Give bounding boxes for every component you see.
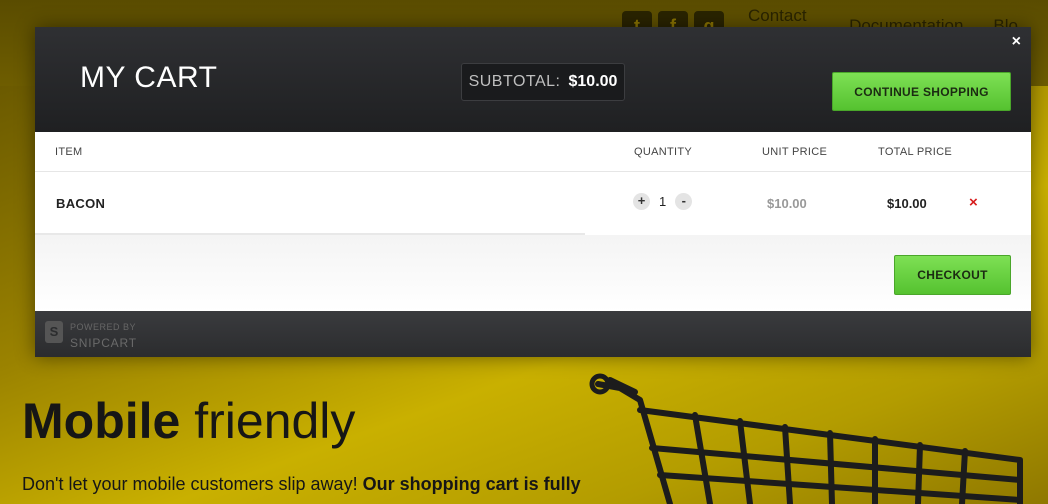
column-header-item: ITEM bbox=[55, 146, 83, 158]
hero-paragraph-normal: Don't let your mobile customers slip awa… bbox=[22, 474, 358, 494]
hero-heading-light: friendly bbox=[194, 393, 356, 449]
unit-price: $10.00 bbox=[767, 196, 807, 211]
subtotal-label: SUBTOTAL: bbox=[468, 73, 561, 90]
hero-paragraph-bold: Our shopping cart is fully bbox=[362, 474, 581, 494]
cart-header: × MY CART SUBTOTAL: $10.00 CONTINUE SHOP… bbox=[35, 27, 1031, 132]
cart-title: MY CART bbox=[80, 61, 218, 94]
continue-shopping-button[interactable]: CONTINUE SHOPPING bbox=[832, 72, 1011, 111]
cart-table-header: ITEM QUANTITY UNIT PRICE TOTAL PRICE bbox=[35, 132, 1031, 172]
shopping-cart-illustration bbox=[589, 373, 1023, 504]
column-header-unit-price: UNIT PRICE bbox=[762, 146, 828, 158]
hero-heading-bold: Mobile bbox=[22, 393, 181, 449]
increase-quantity-button[interactable]: + bbox=[633, 193, 650, 210]
snipcart-brand[interactable]: SNIPCART bbox=[70, 336, 137, 350]
powered-by-label: POWERED BY bbox=[70, 322, 137, 332]
hero-heading: Mobile friendly bbox=[22, 392, 355, 450]
close-icon[interactable]: × bbox=[1012, 33, 1021, 51]
cart-modal: × MY CART SUBTOTAL: $10.00 CONTINUE SHOP… bbox=[35, 27, 1031, 357]
cart-footer: CHECKOUT bbox=[35, 235, 1031, 311]
powered-by-bar: S POWERED BY SNIPCART bbox=[35, 311, 1031, 357]
subtotal-value: $10.00 bbox=[568, 73, 618, 90]
subtotal-box: SUBTOTAL: $10.00 bbox=[461, 63, 625, 101]
total-price: $10.00 bbox=[887, 196, 927, 211]
checkout-button[interactable]: CHECKOUT bbox=[894, 255, 1011, 295]
snipcart-logo-icon: S bbox=[45, 321, 63, 343]
remove-item-icon[interactable]: × bbox=[969, 194, 978, 211]
quantity-stepper: + 1 - bbox=[633, 193, 693, 210]
decrease-quantity-button[interactable]: - bbox=[675, 193, 693, 210]
column-header-quantity: QUANTITY bbox=[634, 146, 693, 158]
cart-item-row: BACON + 1 - $10.00 $10.00 × bbox=[35, 172, 1031, 235]
column-header-total-price: TOTAL PRICE bbox=[878, 146, 952, 158]
quantity-value: 1 bbox=[659, 194, 667, 209]
item-name: BACON bbox=[56, 196, 106, 211]
hero-paragraph: Don't let your mobile customers slip awa… bbox=[22, 474, 581, 495]
